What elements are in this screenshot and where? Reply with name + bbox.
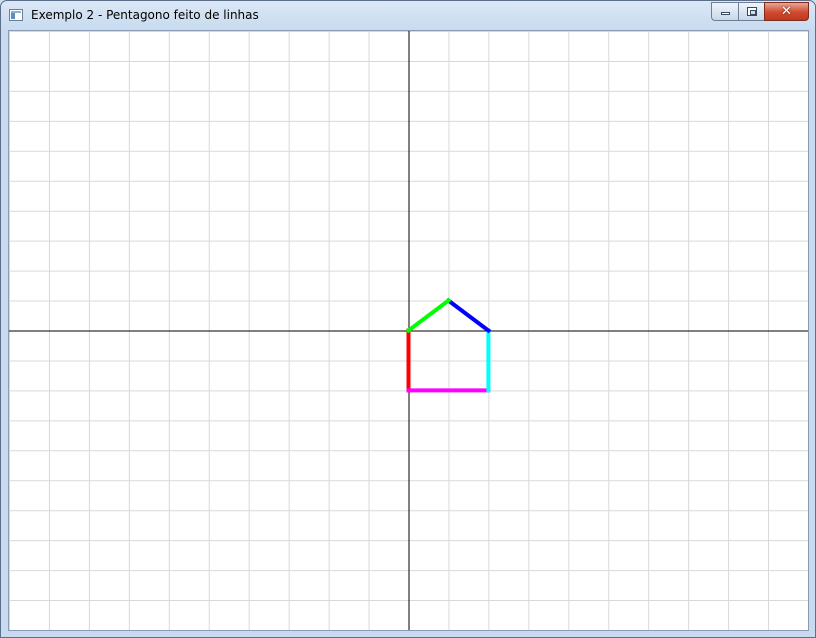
drawing-canvas[interactable]	[8, 30, 809, 631]
application-window-icon[interactable]	[9, 9, 23, 21]
minimize-icon	[721, 12, 730, 15]
plot-svg	[9, 31, 808, 630]
caption-buttons: ✕	[711, 2, 809, 21]
top-left-edge	[405, 297, 452, 334]
minimize-button[interactable]	[711, 2, 738, 21]
window-title: Exemplo 2 - Pentagono feito de linhas	[31, 8, 259, 22]
maximize-button[interactable]	[738, 2, 764, 21]
top-right-edge	[445, 297, 492, 334]
maximize-icon	[747, 7, 757, 16]
title-bar[interactable]: Exemplo 2 - Pentagono feito de linhas ✕	[1, 1, 815, 30]
close-icon: ✕	[781, 4, 792, 19]
app-window: Exemplo 2 - Pentagono feito de linhas ✕	[0, 0, 816, 638]
close-button[interactable]: ✕	[764, 2, 809, 21]
